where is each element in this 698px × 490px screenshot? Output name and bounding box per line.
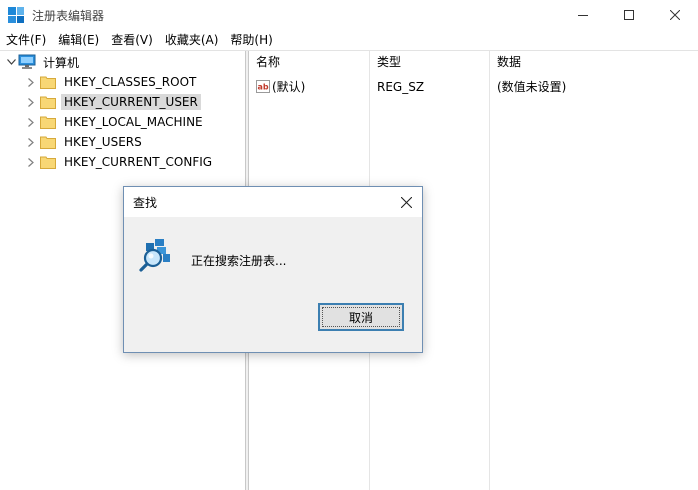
- tree-label: HKEY_USERS: [64, 135, 142, 149]
- chevron-right-icon[interactable]: [24, 112, 38, 132]
- chevron-down-icon[interactable]: [4, 52, 18, 72]
- find-dialog: 查找 正在搜索注册表... 取消: [123, 186, 423, 353]
- tree-item-computer[interactable]: 计算机: [4, 52, 82, 72]
- tree-label: HKEY_LOCAL_MACHINE: [64, 115, 203, 129]
- tree-item-hkey-local-machine[interactable]: HKEY_LOCAL_MACHINE: [24, 112, 206, 132]
- list-item[interactable]: ab (默认) REG_SZ (数值未设置): [249, 77, 698, 97]
- maximize-button[interactable]: [606, 0, 652, 30]
- tree-label-computer: 计算机: [43, 55, 80, 70]
- value-type: REG_SZ: [377, 80, 425, 94]
- menu-favorites[interactable]: 收藏夹(A): [159, 30, 225, 50]
- value-data: (数值未设置): [497, 80, 567, 94]
- close-icon: [400, 196, 412, 208]
- dialog-title-bar: 查找: [124, 187, 422, 217]
- close-icon: [670, 10, 680, 20]
- tree-label: HKEY_CURRENT_USER: [61, 94, 201, 110]
- column-header-data[interactable]: 数据: [490, 51, 521, 73]
- close-button[interactable]: [652, 0, 698, 30]
- tree-label: HKEY_CURRENT_CONFIG: [64, 155, 213, 169]
- registry-search-icon: [139, 239, 170, 272]
- tree-item-hkey-current-config[interactable]: HKEY_CURRENT_CONFIG: [24, 152, 215, 172]
- menu-bar: 文件(F) 编辑(E) 查看(V) 收藏夹(A) 帮助(H): [0, 30, 698, 50]
- value-name-cell: ab (默认): [256, 77, 305, 97]
- column-divider[interactable]: [489, 51, 490, 490]
- tree-item-hkey-classes-root[interactable]: HKEY_CLASSES_ROOT: [24, 72, 199, 92]
- computer-icon: [18, 54, 36, 69]
- minimize-button[interactable]: [560, 0, 606, 30]
- svg-text:ab: ab: [258, 83, 269, 92]
- folder-icon: [40, 156, 56, 169]
- tree-item-hkey-users[interactable]: HKEY_USERS: [24, 132, 145, 152]
- tree-item-hkey-current-user[interactable]: HKEY_CURRENT_USER: [24, 92, 201, 112]
- cancel-button[interactable]: 取消: [318, 303, 404, 331]
- menu-edit[interactable]: 编辑(E): [52, 30, 105, 50]
- folder-icon: [40, 136, 56, 149]
- chevron-right-icon[interactable]: [24, 72, 38, 92]
- menu-view[interactable]: 查看(V): [105, 30, 159, 50]
- registry-editor-icon: [8, 7, 24, 23]
- chevron-right-icon[interactable]: [24, 152, 38, 172]
- chevron-right-icon[interactable]: [24, 132, 38, 152]
- window-controls: [560, 0, 698, 30]
- maximize-icon: [624, 10, 634, 20]
- folder-icon: [40, 116, 56, 129]
- string-value-icon: ab: [256, 80, 270, 93]
- list-header: 名称 类型 数据: [249, 51, 698, 73]
- dialog-message: 正在搜索注册表...: [191, 254, 287, 268]
- minimize-icon: [578, 15, 588, 16]
- title-bar: 注册表编辑器: [0, 0, 698, 30]
- window-title: 注册表编辑器: [32, 8, 105, 23]
- chevron-right-icon[interactable]: [24, 92, 38, 112]
- menu-help[interactable]: 帮助(H): [224, 30, 278, 50]
- dialog-title: 查找: [133, 195, 158, 210]
- dialog-close-button[interactable]: [390, 187, 422, 217]
- menu-file[interactable]: 文件(F): [0, 30, 52, 50]
- column-header-type[interactable]: 类型: [370, 51, 401, 73]
- folder-icon: [40, 76, 56, 89]
- folder-icon: [40, 96, 56, 109]
- tree-label: HKEY_CLASSES_ROOT: [64, 75, 197, 89]
- column-header-name[interactable]: 名称: [249, 51, 280, 73]
- value-name: (默认): [272, 80, 306, 94]
